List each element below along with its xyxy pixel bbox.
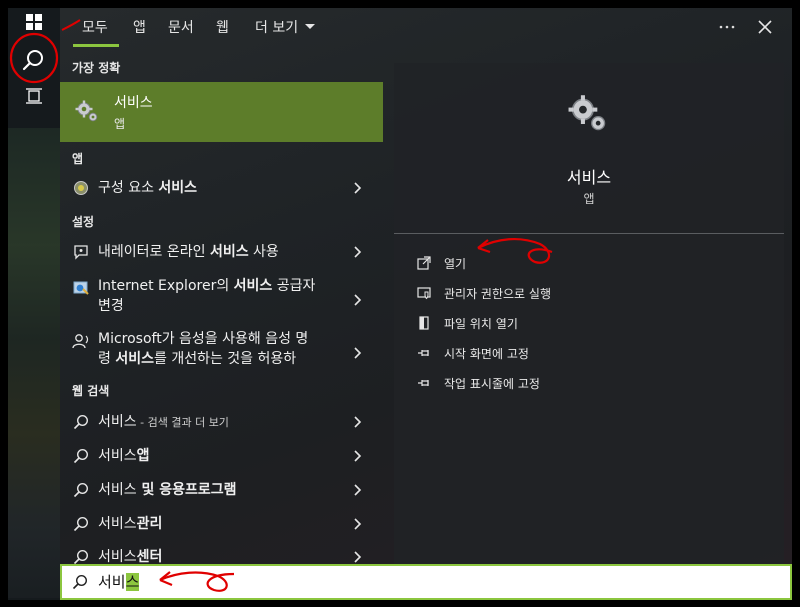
chevron-right-icon	[354, 484, 362, 496]
chevron-right-icon	[354, 246, 362, 258]
detail-title: 서비스	[566, 168, 612, 187]
chevron-right-icon	[354, 518, 362, 530]
narrator-icon	[72, 243, 90, 261]
search-box-icon	[72, 574, 88, 594]
result-microsoft-speech-services[interactable]: Microsoft가 음성을 사용해 음성 명 령 서비스를 개선하는 것을 허…	[60, 329, 383, 373]
action-open[interactable]: 열기	[416, 253, 466, 273]
search-query-text[interactable]: 서비스	[98, 572, 140, 592]
active-tab-indicator	[73, 44, 119, 47]
action-label: 작업 표시줄에 고정	[444, 376, 540, 391]
web-result-3[interactable]: 서비스관리	[60, 512, 383, 536]
results-list: 가장 정확 서비스 앱 앱 구성 요소 서비스 설정 내레이터로 온라인 서비스…	[60, 48, 383, 568]
more-options-icon[interactable]	[717, 18, 737, 36]
search-icon	[72, 413, 90, 431]
search-icon	[72, 447, 90, 465]
services-gear-large-icon	[566, 91, 610, 139]
pin-icon	[416, 345, 432, 361]
blurred-taskbar-background	[8, 128, 60, 598]
action-label: 관리자 권한으로 실행	[444, 286, 551, 301]
filter-tabs: 모두 앱 문서 웹 더 보기	[60, 8, 792, 48]
chevron-right-icon	[354, 347, 362, 359]
section-web-search: 웹 검색	[72, 384, 110, 398]
detail-pane: 서비스 앱 열기 관리자 권한으로 실행 파일 위치 열기 시작 화면에 고정	[394, 63, 784, 583]
action-pin-to-taskbar[interactable]: 작업 표시줄에 고정	[416, 373, 540, 393]
tab-documents[interactable]: 문서	[168, 17, 194, 37]
caret-down-icon	[305, 24, 316, 29]
chevron-right-icon	[354, 450, 362, 462]
chevron-right-icon	[354, 182, 362, 194]
result-label: Microsoft가 음성을 사용해 음성 명 령 서비스를 개선하는 것을 허…	[98, 331, 309, 367]
search-query-typed: 서비	[98, 573, 126, 591]
tab-web[interactable]: 웹	[216, 17, 229, 37]
section-apps: 앱	[72, 152, 84, 166]
action-open-file-location[interactable]: 파일 위치 열기	[416, 313, 518, 333]
action-pin-to-start[interactable]: 시작 화면에 고정	[416, 343, 529, 363]
section-best-match: 가장 정확	[72, 61, 121, 75]
section-settings: 설정	[72, 215, 95, 229]
windows-logo-icon[interactable]	[8, 12, 60, 32]
result-component-services[interactable]: 구성 요소 서비스	[60, 176, 383, 200]
result-label: Internet Explorer의 서비스 공급자 변경	[98, 278, 316, 314]
best-match-title: 서비스	[114, 95, 153, 111]
action-label: 열기	[444, 256, 467, 271]
services-gear-icon	[74, 98, 100, 128]
detail-divider	[394, 233, 784, 234]
search-rail-icon[interactable]	[8, 44, 60, 76]
result-label: 서비스앱	[98, 448, 150, 464]
tab-apps[interactable]: 앱	[133, 17, 146, 37]
file-location-icon	[416, 315, 432, 331]
chevron-right-icon	[354, 551, 362, 563]
detail-subtitle: 앱	[583, 192, 595, 206]
result-label: 서비스 및 응용프로그램	[98, 482, 237, 498]
search-icon	[72, 515, 90, 533]
result-narrator-online-services[interactable]: 내레이터로 온라인 서비스 사용	[60, 240, 383, 264]
chevron-right-icon	[354, 294, 362, 306]
task-view-icon[interactable]	[8, 86, 60, 106]
shield-icon	[416, 285, 432, 301]
result-label: 구성 요소 서비스	[98, 180, 198, 196]
taskbar-rail	[8, 8, 60, 600]
tab-more-label: 더 보기	[255, 20, 299, 36]
close-icon[interactable]	[755, 17, 775, 37]
result-label: 서비스 - 검색 결과 더 보기	[98, 414, 229, 430]
ie-settings-icon	[72, 279, 90, 297]
result-label: 서비스관리	[98, 516, 163, 532]
tab-all[interactable]: 모두	[82, 17, 108, 37]
search-icon	[72, 481, 90, 499]
best-match-item[interactable]: 서비스 앱	[60, 82, 383, 142]
chevron-right-icon	[354, 416, 362, 428]
open-icon	[416, 255, 432, 271]
result-label: 내레이터로 온라인 서비스 사용	[98, 244, 279, 260]
result-ie-services-provider[interactable]: Internet Explorer의 서비스 공급자 변경	[60, 276, 383, 320]
action-label: 파일 위치 열기	[444, 316, 518, 331]
search-panel: 모두 앱 문서 웹 더 보기 가장 정확 서비스 앱 앱 구성 요소 서비스 설…	[60, 8, 792, 600]
action-run-as-admin[interactable]: 관리자 권한으로 실행	[416, 283, 551, 303]
search-query-autocomplete: 스	[125, 573, 140, 591]
screen: 모두 앱 문서 웹 더 보기 가장 정확 서비스 앱 앱 구성 요소 서비스 설…	[0, 0, 800, 607]
action-label: 시작 화면에 고정	[444, 346, 529, 361]
web-result-2[interactable]: 서비스 및 응용프로그램	[60, 478, 383, 502]
web-result-0[interactable]: 서비스 - 검색 결과 더 보기	[60, 410, 383, 434]
component-services-icon	[72, 179, 90, 197]
web-result-1[interactable]: 서비스앱	[60, 444, 383, 468]
best-match-subtitle: 앱	[114, 117, 126, 131]
speech-icon	[72, 332, 90, 350]
pin-taskbar-icon	[416, 375, 432, 391]
tab-more[interactable]: 더 보기	[255, 17, 316, 37]
search-box[interactable]: 서비스	[60, 564, 792, 600]
